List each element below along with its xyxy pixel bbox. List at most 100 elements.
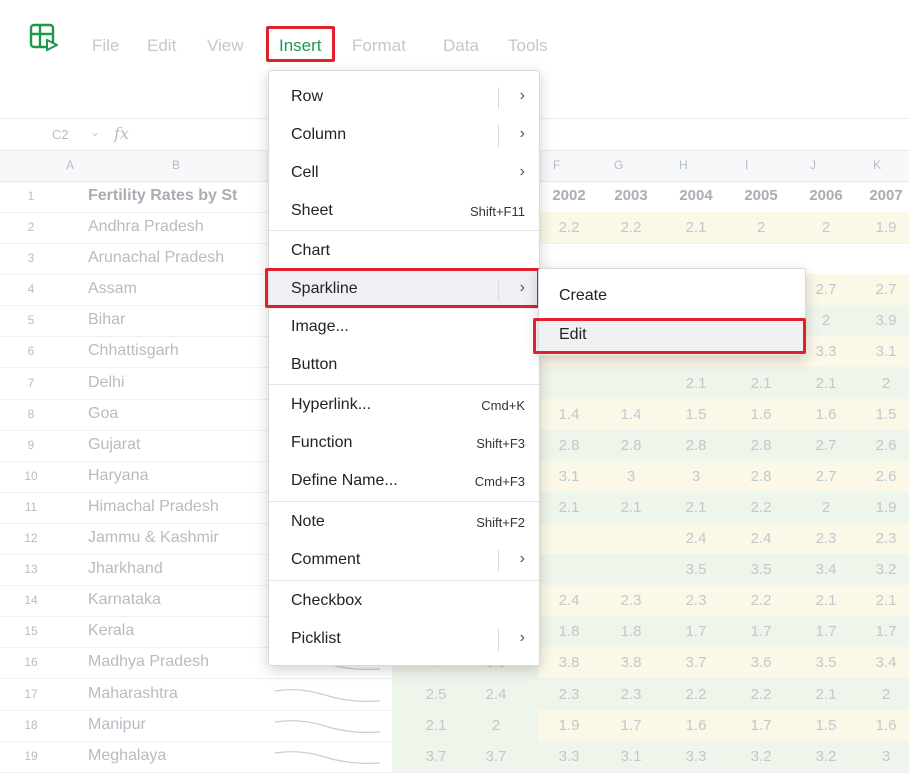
value-cell[interactable]: 2.1 bbox=[405, 717, 467, 734]
value-cell[interactable]: 2 bbox=[855, 686, 909, 703]
value-cell[interactable]: 3.5 bbox=[665, 561, 727, 578]
value-cell[interactable]: 2 bbox=[465, 717, 527, 734]
value-cell[interactable]: 1.6 bbox=[730, 406, 792, 423]
menu-item-function[interactable]: Function Shift+F3 bbox=[269, 425, 539, 463]
value-cell[interactable]: 2.8 bbox=[730, 437, 792, 454]
value-cell[interactable]: 1.6 bbox=[665, 717, 727, 734]
value-cell[interactable]: 2.4 bbox=[665, 530, 727, 547]
value-cell[interactable]: 2.4 bbox=[538, 592, 600, 609]
column-header-b[interactable]: B bbox=[172, 158, 180, 172]
value-cell[interactable]: 2.1 bbox=[538, 499, 600, 516]
row-number[interactable]: 6 bbox=[0, 344, 62, 358]
value-cell[interactable]: 3.1 bbox=[538, 468, 600, 485]
value-cell[interactable]: 1.9 bbox=[855, 499, 909, 516]
value-cell[interactable]: 2.1 bbox=[795, 592, 857, 609]
state-name-cell[interactable]: Assam bbox=[88, 280, 137, 298]
value-cell[interactable]: 2.7 bbox=[795, 437, 857, 454]
row-number[interactable]: 15 bbox=[0, 624, 62, 638]
year-header[interactable]: 2002 bbox=[538, 187, 600, 204]
value-cell[interactable]: 1.7 bbox=[600, 717, 662, 734]
value-cell[interactable]: 2.1 bbox=[730, 375, 792, 392]
state-name-cell[interactable]: Jharkhand bbox=[88, 560, 163, 578]
row-number[interactable]: 18 bbox=[0, 718, 62, 732]
menu-format[interactable]: Format bbox=[352, 36, 406, 56]
sheet-app-icon[interactable] bbox=[28, 22, 58, 52]
row-number[interactable]: 13 bbox=[0, 562, 62, 576]
value-cell[interactable]: 3.2 bbox=[730, 748, 792, 765]
value-cell[interactable]: 2.1 bbox=[855, 592, 909, 609]
value-cell[interactable]: 1.8 bbox=[600, 623, 662, 640]
row-number[interactable]: 10 bbox=[0, 469, 62, 483]
value-cell[interactable]: 3.6 bbox=[730, 654, 792, 671]
row-number[interactable]: 2 bbox=[0, 220, 62, 234]
state-name-cell[interactable]: Delhi bbox=[88, 374, 124, 392]
value-cell[interactable]: 2.6 bbox=[855, 437, 909, 454]
state-name-cell[interactable]: Maharashtra bbox=[88, 685, 178, 703]
value-cell[interactable]: 2.2 bbox=[538, 219, 600, 236]
value-cell[interactable]: 2.3 bbox=[795, 530, 857, 547]
value-cell[interactable]: 3.1 bbox=[855, 343, 909, 360]
value-cell[interactable]: 2.2 bbox=[730, 686, 792, 703]
value-cell[interactable]: 3.9 bbox=[855, 312, 909, 329]
value-cell[interactable]: 2.6 bbox=[855, 468, 909, 485]
value-cell[interactable]: 3.3 bbox=[665, 748, 727, 765]
submenu-item-create[interactable]: Create bbox=[559, 287, 607, 305]
value-cell[interactable]: 1.7 bbox=[795, 623, 857, 640]
sparkline-cell[interactable] bbox=[270, 743, 390, 771]
year-header[interactable]: 2007 bbox=[855, 187, 909, 204]
value-cell[interactable]: 2.8 bbox=[730, 468, 792, 485]
value-cell[interactable]: 2.3 bbox=[665, 592, 727, 609]
menu-item-column[interactable]: Column › bbox=[269, 117, 539, 155]
value-cell[interactable]: 1.8 bbox=[538, 623, 600, 640]
value-cell[interactable]: 2.1 bbox=[795, 686, 857, 703]
row-number[interactable]: 11 bbox=[0, 500, 62, 514]
value-cell[interactable]: 2.1 bbox=[600, 499, 662, 516]
value-cell[interactable]: 2.5 bbox=[405, 686, 467, 703]
value-cell[interactable]: 2.2 bbox=[730, 592, 792, 609]
value-cell[interactable]: 2.8 bbox=[665, 437, 727, 454]
value-cell[interactable]: 2.3 bbox=[855, 530, 909, 547]
menu-item-button[interactable]: Button bbox=[269, 347, 539, 385]
menu-edit[interactable]: Edit bbox=[147, 36, 176, 56]
year-header[interactable]: 2006 bbox=[795, 187, 857, 204]
menu-file[interactable]: File bbox=[92, 36, 119, 56]
column-header-a[interactable]: A bbox=[66, 158, 74, 172]
column-header-g[interactable]: G bbox=[614, 158, 623, 172]
state-name-cell[interactable]: Madhya Pradesh bbox=[88, 653, 209, 671]
row-number[interactable]: 8 bbox=[0, 407, 62, 421]
value-cell[interactable]: 3.1 bbox=[600, 748, 662, 765]
row-number[interactable]: 16 bbox=[0, 655, 62, 669]
value-cell[interactable]: 2 bbox=[855, 375, 909, 392]
menu-item-note[interactable]: Note Shift+F2 bbox=[269, 504, 539, 542]
state-name-cell[interactable]: Bihar bbox=[88, 311, 125, 329]
menu-item-define-name[interactable]: Define Name... Cmd+F3 bbox=[269, 463, 539, 501]
value-cell[interactable]: 3.4 bbox=[795, 561, 857, 578]
state-name-cell[interactable]: Karnataka bbox=[88, 591, 161, 609]
state-name-cell[interactable]: Kerala bbox=[88, 622, 134, 640]
menu-item-chart[interactable]: Chart bbox=[269, 233, 539, 271]
row-number[interactable]: 14 bbox=[0, 593, 62, 607]
value-cell[interactable]: 2 bbox=[795, 499, 857, 516]
value-cell[interactable]: 3.7 bbox=[465, 748, 527, 765]
state-name-cell[interactable]: Manipur bbox=[88, 716, 146, 734]
value-cell[interactable]: 2.4 bbox=[730, 530, 792, 547]
row-number[interactable]: 19 bbox=[0, 749, 62, 763]
value-cell[interactable]: 1.7 bbox=[855, 623, 909, 640]
state-name-cell[interactable]: Goa bbox=[88, 405, 118, 423]
value-cell[interactable]: 3 bbox=[855, 748, 909, 765]
value-cell[interactable]: 2.2 bbox=[730, 499, 792, 516]
row-number[interactable]: 1 bbox=[0, 189, 62, 203]
value-cell[interactable]: 3.4 bbox=[855, 654, 909, 671]
value-cell[interactable]: 3.5 bbox=[730, 561, 792, 578]
value-cell[interactable]: 2.3 bbox=[600, 592, 662, 609]
row-number[interactable]: 17 bbox=[0, 687, 62, 701]
cell-reference[interactable]: C2 bbox=[52, 127, 69, 142]
menu-item-comment[interactable]: Comment › bbox=[269, 542, 539, 580]
value-cell[interactable]: 1.9 bbox=[538, 717, 600, 734]
value-cell[interactable]: 3.7 bbox=[665, 654, 727, 671]
value-cell[interactable]: 2.1 bbox=[665, 219, 727, 236]
value-cell[interactable]: 2.1 bbox=[665, 375, 727, 392]
year-header[interactable]: 2003 bbox=[600, 187, 662, 204]
value-cell[interactable]: 3 bbox=[600, 468, 662, 485]
value-cell[interactable]: 1.5 bbox=[665, 406, 727, 423]
